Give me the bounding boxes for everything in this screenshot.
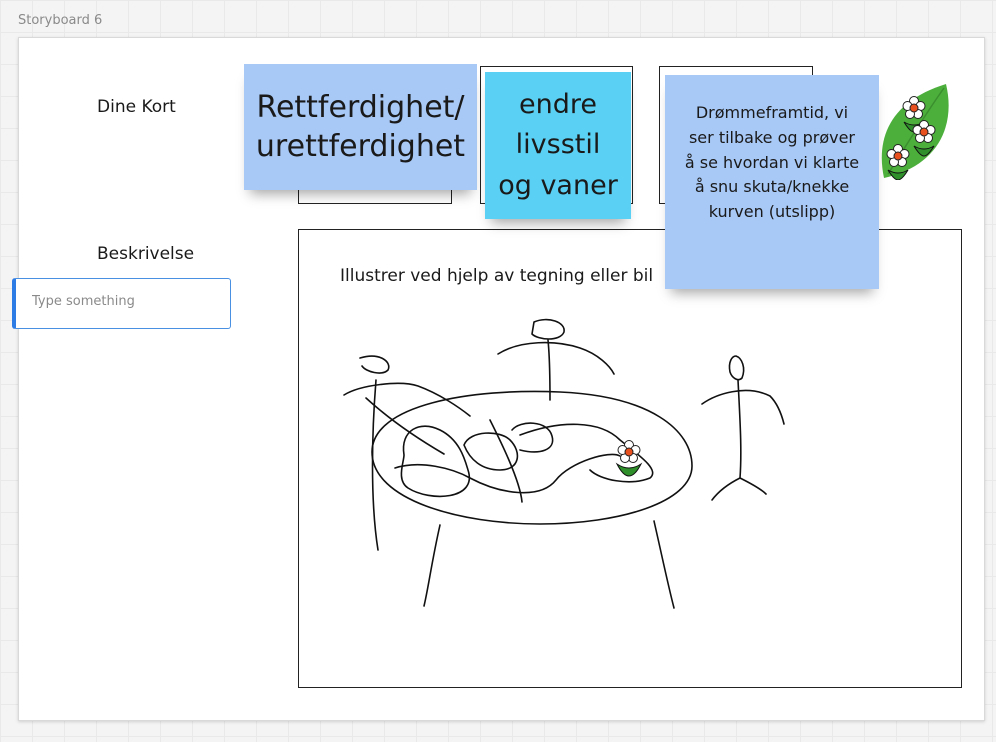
flower-icon <box>615 440 643 477</box>
freehand-sketch[interactable] <box>0 0 996 742</box>
